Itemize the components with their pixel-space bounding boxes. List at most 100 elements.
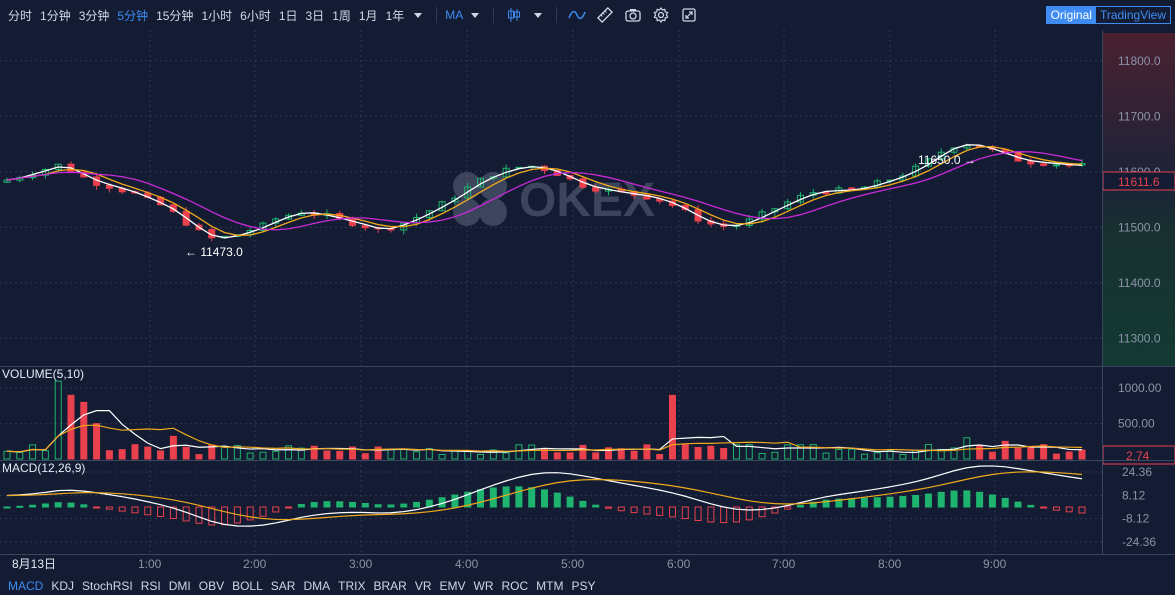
time-tick-label: 1:00 <box>138 557 162 571</box>
price-axis-background <box>1103 33 1175 366</box>
volume-bar <box>105 450 113 460</box>
candle-body <box>848 187 856 190</box>
macd-bar <box>745 506 753 521</box>
macd-bar <box>413 501 421 508</box>
volume-bar <box>899 453 907 460</box>
volume-tick-label: 1000.00 <box>1118 381 1162 395</box>
indicator-tab-stochrsi[interactable]: StochRSI <box>78 579 137 593</box>
price-tick-label: 11300.0 <box>1118 331 1161 345</box>
macd-bar <box>1065 506 1073 513</box>
candle-body <box>1040 163 1048 166</box>
indicator-tab-mtm[interactable]: MTM <box>532 579 567 593</box>
volume-bar <box>93 423 101 460</box>
macd-bar <box>553 492 561 508</box>
volume-bar <box>515 444 523 460</box>
macd-bar <box>848 498 856 508</box>
macd-bar <box>272 506 280 513</box>
volume-bar <box>451 450 459 460</box>
macd-bar <box>886 496 894 508</box>
volume-bar <box>169 435 177 460</box>
price-tick-label: 11400.0 <box>1118 276 1161 290</box>
volume-bar <box>246 452 254 460</box>
volume-bar <box>976 444 984 460</box>
macd-bar <box>105 506 113 510</box>
volume-bar <box>400 448 408 460</box>
macd-bar <box>528 487 536 508</box>
macd-bar <box>195 506 203 524</box>
low-price-label: ← 11473.0 <box>185 245 243 259</box>
price-chart[interactable]: OKEX 11800.011700.011600.011500.011400.0… <box>0 0 1175 595</box>
volume-bar <box>528 444 536 460</box>
price-tick-label: 11700.0 <box>1118 109 1161 123</box>
macd-bar <box>310 502 318 508</box>
volume-bar <box>387 448 395 460</box>
indicator-tab-trix[interactable]: TRIX <box>334 579 369 593</box>
volume-bar <box>822 452 830 460</box>
indicator-tab-obv[interactable]: OBV <box>195 579 228 593</box>
candle-body <box>105 184 113 189</box>
volume-bar <box>630 450 638 460</box>
macd-bar <box>246 506 254 521</box>
time-tick-label: 5:00 <box>561 557 585 571</box>
macd-bar <box>784 506 792 510</box>
volume-axis: 1000.00 500.00 <box>1118 381 1162 430</box>
volume-bar <box>259 451 267 460</box>
macd-bar <box>3 506 11 509</box>
volume-bar <box>771 451 779 460</box>
macd-bar <box>502 486 510 508</box>
macd-bar <box>796 504 804 508</box>
macd-bar <box>131 506 139 514</box>
macd-bar <box>374 504 382 508</box>
indicator-tab-brar[interactable]: BRAR <box>369 579 410 593</box>
volume-bar <box>707 445 715 460</box>
volume-bar <box>681 444 689 460</box>
indicator-tab-rsi[interactable]: RSI <box>137 579 165 593</box>
indicator-tab-vr[interactable]: VR <box>411 579 436 593</box>
indicator-tab-roc[interactable]: ROC <box>498 579 533 593</box>
volume-bar <box>502 452 510 460</box>
macd-bar <box>604 506 612 509</box>
volume-bar <box>668 394 676 460</box>
indicator-selector-bar: MACD KDJ StochRSI RSI DMI OBV BOLL SAR DMA TRIX BR… <box>0 576 1175 595</box>
macd-bar <box>924 493 932 508</box>
volume-bar <box>118 449 126 460</box>
indicator-tab-wr[interactable]: WR <box>470 579 498 593</box>
volume-bar <box>29 444 37 460</box>
macd-bar <box>617 506 625 512</box>
macd-bar <box>668 506 676 518</box>
volume-bar <box>963 437 971 460</box>
volume-bar <box>758 453 766 460</box>
volume-bar <box>1027 447 1035 460</box>
volume-bar <box>144 446 152 460</box>
indicator-tab-emv[interactable]: EMV <box>435 579 469 593</box>
time-tick-label: 8月13日 <box>12 557 56 571</box>
macd-bar <box>707 506 715 523</box>
indicator-tab-dmi[interactable]: DMI <box>165 579 195 593</box>
macd-bar <box>41 503 49 508</box>
current-price-marker: 11611.6 <box>1102 171 1175 191</box>
indicator-tab-kdj[interactable]: KDJ <box>47 579 78 593</box>
indicator-tab-macd[interactable]: MACD <box>0 579 47 593</box>
macd-bar <box>579 500 587 508</box>
volume-bar <box>1078 449 1086 460</box>
macd-bar <box>259 506 267 517</box>
volume-bar <box>54 380 62 460</box>
macd-bar <box>93 506 101 509</box>
macd-bar <box>349 501 357 508</box>
volume-bar <box>720 448 728 460</box>
indicator-tab-psy[interactable]: PSY <box>568 579 600 593</box>
volume-ma-line <box>6 410 1083 454</box>
volume-bar <box>924 444 932 460</box>
macd-bar <box>976 491 984 508</box>
macd-bar <box>400 503 408 508</box>
macd-bar <box>451 494 459 508</box>
macd-bar <box>336 501 344 508</box>
indicator-tab-dma[interactable]: DMA <box>299 579 334 593</box>
volume-bar <box>80 401 88 460</box>
time-tick-label: 2:00 <box>243 557 267 571</box>
indicator-tab-sar[interactable]: SAR <box>267 579 300 593</box>
macd-bar <box>899 495 907 508</box>
indicator-tab-boll[interactable]: BOLL <box>228 579 267 593</box>
macd-bar <box>643 506 651 515</box>
volume-bar <box>784 444 792 460</box>
